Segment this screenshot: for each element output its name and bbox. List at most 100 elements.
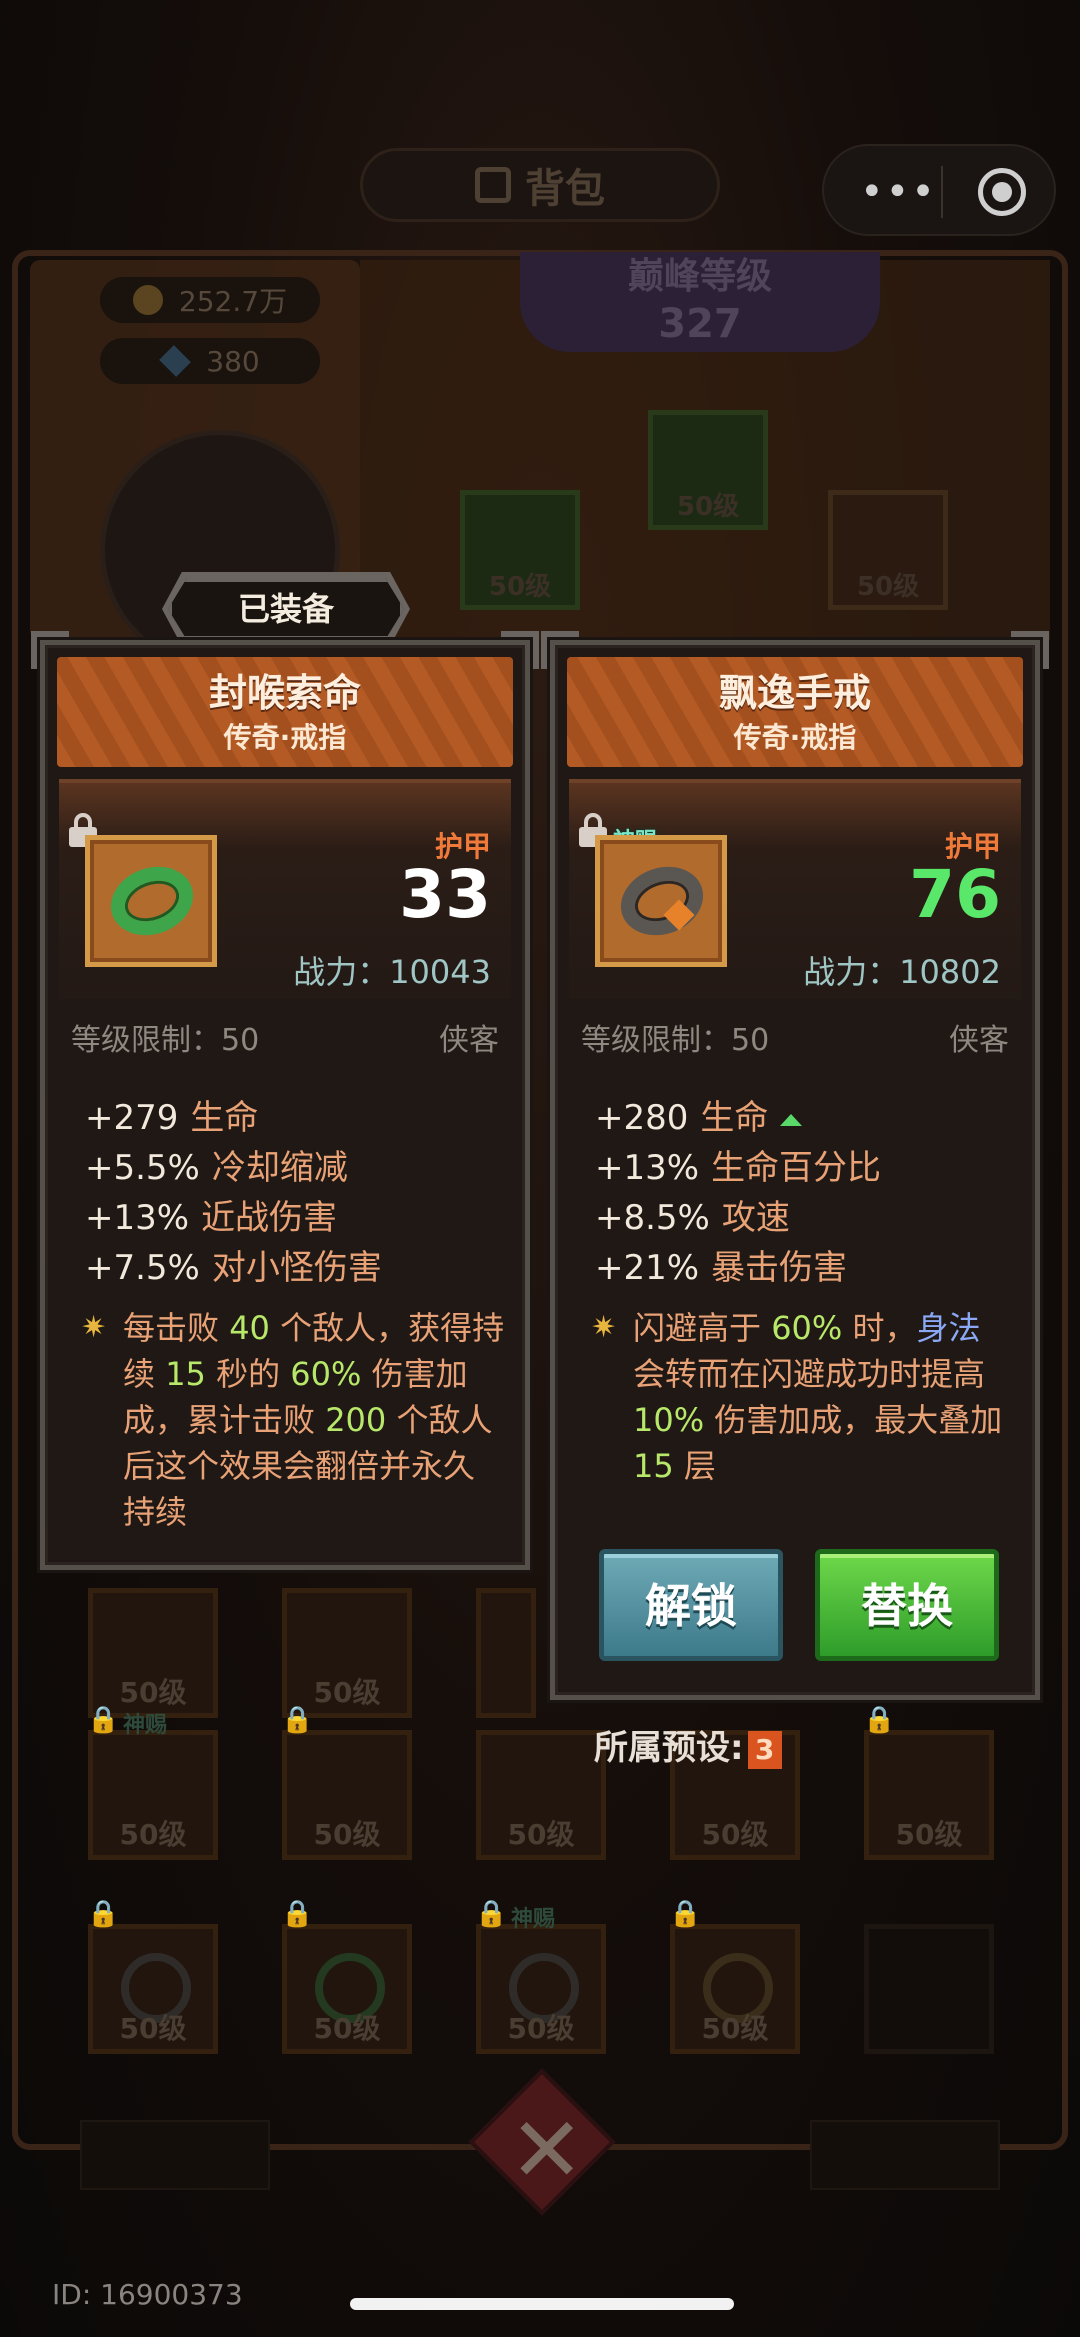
inventory-slot[interactable]: 🔒 50级 (281, 1899, 412, 2054)
gold-resource: 252.7万 (100, 277, 320, 323)
slot-level-label: 50级 (313, 2012, 381, 2045)
inventory-slot[interactable]: 50级 (282, 1588, 412, 1718)
slot-level-label: 50级 (119, 1818, 187, 1851)
slot-level-label: 50级 (856, 572, 920, 602)
class-label: 侠客 (949, 1023, 1009, 1058)
item-name-banner: 封喉索命 传奇·戒指 (57, 657, 513, 767)
effect-number: 15 (633, 1447, 674, 1485)
inventory-slot[interactable] (476, 1588, 536, 1718)
gold-amount: 252.7万 (178, 285, 288, 318)
green-ring-icon (101, 855, 203, 947)
lock-icon: 🔒 (281, 1705, 314, 1735)
close-icon: ✕ (509, 2097, 585, 2203)
star-icon: ✷ (591, 1310, 617, 1345)
effect-text: 闪避高于 (633, 1309, 772, 1347)
effect-number: 10% (633, 1401, 705, 1439)
stat-row: +13% 生命百分比 (595, 1143, 1015, 1193)
lock-icon: 🔒 (863, 1705, 896, 1735)
peak-level-banner[interactable]: 巅峰等级 327 (520, 252, 880, 352)
slot-level-label: 50级 (676, 492, 740, 522)
iron-ring-icon (611, 855, 713, 947)
item-name: 飘逸手戒 (718, 671, 871, 715)
item-rarity-type: 传奇·戒指 (733, 721, 857, 754)
stat-value: +13% (85, 1198, 190, 1238)
equipped-item-card: 封喉索命 传奇·戒指 护甲 33 战力：10043 等级限制：50 侠客 +27… (31, 631, 539, 1570)
stat-row: +13% 近战伤害 (85, 1193, 505, 1243)
lock-icon: 🔒 (281, 1899, 314, 1929)
bg-equip-slot-shoulder[interactable]: 50级 (460, 490, 580, 610)
slot-level-label: 50级 (701, 2012, 769, 2045)
slot-level-label: 50级 (488, 572, 552, 602)
more-dots-icon[interactable]: ••• (860, 168, 937, 216)
item-name: 封喉索命 (208, 671, 361, 715)
inventory-slot[interactable]: 50级 (476, 1730, 606, 1860)
gem-amount: 380 (206, 344, 260, 378)
stat-label: 对小怪伤害 (211, 1248, 382, 1288)
replace-button[interactable]: 替换 (815, 1549, 999, 1661)
stat-list: +279 生命 +5.5% 冷却缩减 +13% 近战伤害 +7.5% 对小怪伤害 (85, 1093, 505, 1293)
armor-value: 33 (399, 856, 491, 933)
lock-icon: 🔒 (87, 1705, 120, 1735)
stat-label: 冷却缩减 (211, 1148, 348, 1188)
equipped-badge: 已装备 (168, 578, 404, 640)
stat-value: +280 (595, 1098, 689, 1138)
item-name-banner: 飘逸手戒 传奇·戒指 (567, 657, 1023, 767)
blessed-badge: 神赐 (511, 1907, 556, 1932)
home-indicator[interactable] (350, 2298, 734, 2310)
special-effect-text: 闪避高于 60% 时，身法 会转而在闪避成功时提高 10% 伤害加成，最大叠加 … (591, 1305, 1015, 1489)
unlock-button[interactable]: 解锁 (599, 1549, 783, 1661)
stat-value: +8.5% (595, 1198, 710, 1238)
stat-row: +7.5% 对小怪伤害 (85, 1243, 505, 1293)
combat-power: 战力：10802 (803, 953, 1001, 991)
stat-row: +279 生命 (85, 1093, 505, 1143)
effect-text: 层 (673, 1447, 716, 1485)
preset-label: 所属预设: (594, 1728, 744, 1768)
slot-level-label: 50级 (313, 1818, 381, 1851)
lock-icon: 🔒 (87, 1899, 120, 1929)
effect-number: 15 (165, 1355, 206, 1393)
user-id: ID: 16900373 (52, 2278, 243, 2311)
inventory-slot-empty[interactable] (864, 1924, 994, 2054)
armor-value: 76 (909, 856, 1001, 933)
item-icon-frame (595, 835, 727, 967)
peak-level-value: 327 (658, 301, 742, 347)
inventory-slot[interactable]: 🔒 50级 (87, 1899, 218, 2054)
inventory-slot[interactable]: 🔒 神赐 50级 (475, 1899, 606, 2054)
target-circle-icon[interactable] (978, 168, 1026, 216)
inventory-slot[interactable]: 50级 (88, 1588, 218, 1718)
stat-label: 攻速 (721, 1198, 790, 1238)
lock-icon: 🔒 (475, 1899, 508, 1929)
inventory-slot[interactable]: 🔒 神赐 50级 (87, 1705, 218, 1860)
special-effect: ✷ 闪避高于 60% 时，身法 会转而在闪避成功时提高 10% 伤害加成，最大叠… (591, 1305, 1015, 1489)
effect-text: 伤害加成，最大叠加 (704, 1401, 1003, 1439)
effect-keyword: 身法 (916, 1309, 981, 1347)
stat-label: 生命 (190, 1098, 259, 1138)
item-rarity-type: 传奇·戒指 (223, 721, 347, 754)
level-limit: 等级限制：50 (581, 1023, 770, 1058)
inventory-slot[interactable]: 🔒 50级 (669, 1899, 800, 2054)
bottom-tab[interactable] (810, 2120, 1000, 2190)
special-effect: ✷ 每击败 40 个敌人，获得持续 15 秒的 60% 伤害加成，累计击败 20… (81, 1305, 505, 1535)
slot-level-label: 50级 (701, 1818, 769, 1851)
stat-row: +21% 暴击伤害 (595, 1243, 1015, 1293)
effect-text: 秒的 (205, 1355, 291, 1393)
stat-label: 暴击伤害 (711, 1248, 848, 1288)
stat-value: +21% (595, 1248, 700, 1288)
blessed-badge: 神赐 (123, 1713, 168, 1738)
effect-number: 200 (325, 1401, 387, 1439)
inventory-slot[interactable]: 🔒 50级 (863, 1705, 994, 1860)
class-label: 侠客 (439, 1023, 499, 1058)
mini-program-capsule: ••• (822, 144, 1056, 236)
preset-indicator: 所属预设: 3 (594, 1720, 782, 1776)
coin-icon (132, 285, 163, 315)
effect-text: 每击败 (123, 1309, 230, 1347)
slot-level-label: 50级 (507, 2012, 575, 2045)
increase-arrow-icon (780, 1113, 803, 1126)
stat-value: +7.5% (85, 1248, 200, 1288)
bg-equip-slot-head[interactable]: 50级 (648, 410, 768, 530)
bg-equip-slot-necklace[interactable]: 50级 (828, 490, 948, 610)
effect-text: 会转而在闪避成功时提高 (633, 1355, 986, 1393)
special-effect-text: 每击败 40 个敌人，获得持续 15 秒的 60% 伤害加成，累计击败 200 … (81, 1305, 505, 1535)
inventory-slot[interactable]: 🔒 50级 (281, 1705, 412, 1860)
bottom-tab[interactable] (80, 2120, 270, 2190)
